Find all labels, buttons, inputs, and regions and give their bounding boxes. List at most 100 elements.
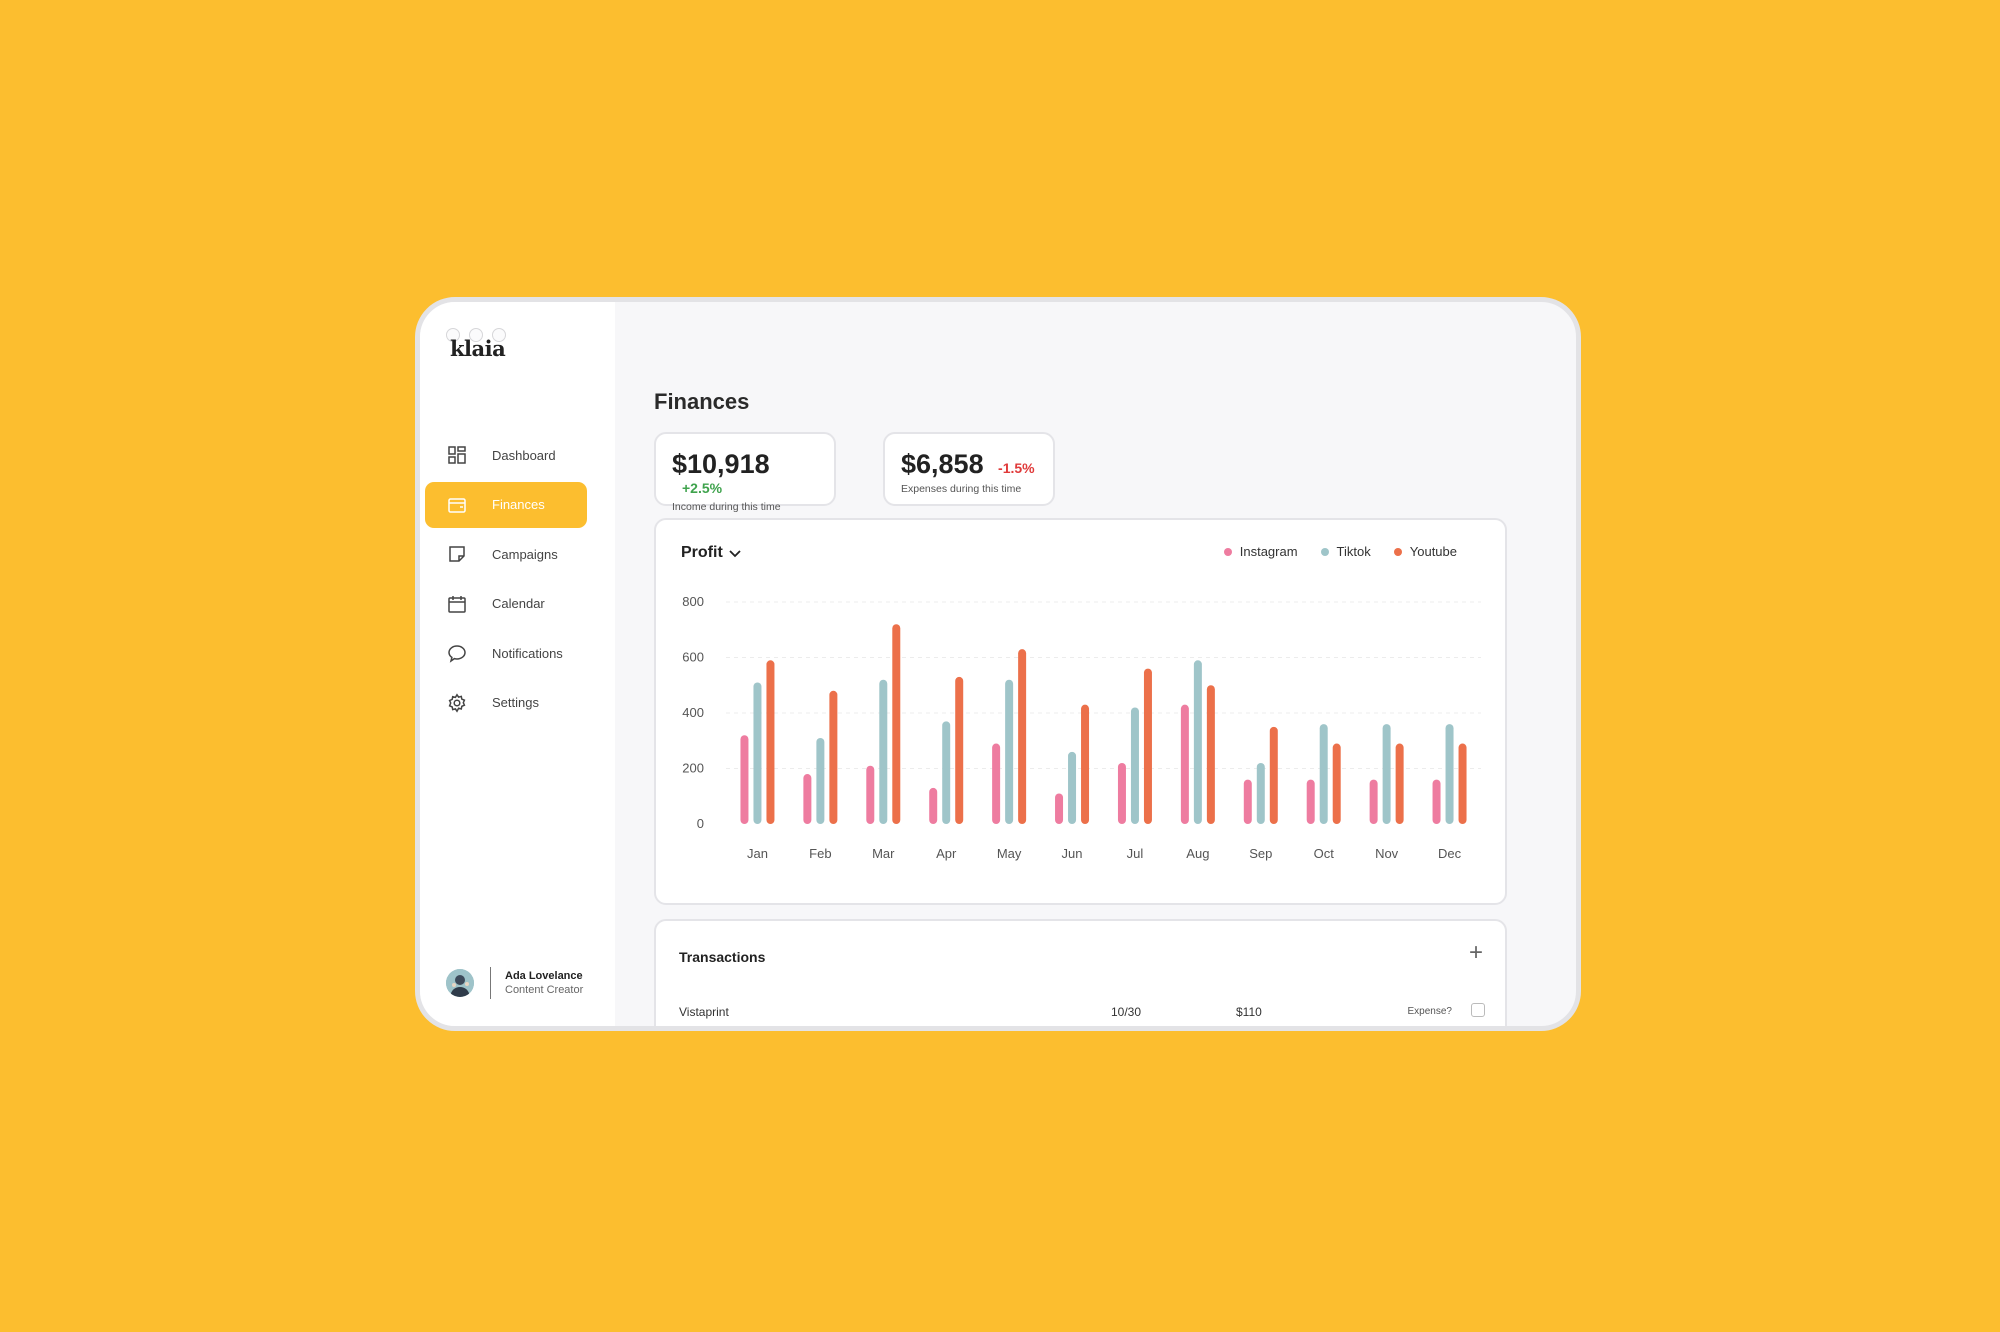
bar-youtube-jul[interactable] — [1143, 668, 1152, 824]
bar-youtube-oct[interactable] — [1332, 743, 1341, 824]
sidebar-item-label: Notifications — [492, 645, 563, 661]
add-transaction-button[interactable]: + — [1469, 941, 1483, 965]
transaction-amount: $110 — [1236, 1005, 1262, 1019]
expenses-card: $6,858 -1.5% Expenses during this time — [883, 432, 1055, 506]
y-tick-label: 400 — [682, 705, 704, 720]
bar-instagram-jan[interactable] — [740, 735, 749, 824]
gear-icon — [448, 692, 466, 713]
sidebar-nav: Dashboard Finances Campaigns Calendar No… — [425, 432, 587, 729]
x-tick-label: Oct — [1314, 846, 1335, 861]
x-tick-label: Apr — [936, 846, 957, 861]
bar-tiktok-jan[interactable] — [753, 682, 762, 824]
bar-youtube-sep[interactable] — [1269, 726, 1278, 824]
chat-bubble-icon — [448, 645, 466, 663]
bar-instagram-jun[interactable] — [1055, 793, 1064, 824]
transaction-name: Vistaprint — [679, 1005, 729, 1019]
sidebar-item-notifications[interactable]: Notifications — [425, 630, 587, 676]
app-window: klaia Dashboard Finances Campaigns Calen… — [415, 297, 1581, 1031]
user-name: Ada Lovelance — [505, 970, 583, 982]
income-change: +2.5% — [682, 480, 723, 496]
bar-youtube-apr[interactable] — [955, 676, 964, 824]
bar-tiktok-feb[interactable] — [816, 737, 825, 824]
note-icon — [449, 546, 465, 562]
sidebar-item-dashboard[interactable]: Dashboard — [425, 432, 587, 478]
x-tick-label: Jan — [747, 846, 768, 861]
expense-checkbox[interactable] — [1471, 1003, 1485, 1017]
bar-instagram-sep[interactable] — [1243, 779, 1252, 824]
bar-instagram-mar[interactable] — [866, 765, 875, 824]
x-tick-label: Mar — [872, 846, 895, 861]
avatar-image-icon — [446, 969, 474, 997]
bar-youtube-dec[interactable] — [1458, 743, 1467, 824]
divider — [490, 967, 491, 999]
bar-tiktok-aug[interactable] — [1193, 660, 1202, 824]
wallet-icon — [448, 497, 466, 513]
bar-youtube-nov[interactable] — [1395, 743, 1404, 824]
bar-instagram-nov[interactable] — [1369, 779, 1378, 824]
bar-youtube-aug[interactable] — [1206, 685, 1215, 824]
bar-tiktok-sep[interactable] — [1256, 762, 1265, 824]
transaction-date: 10/30 — [1111, 1005, 1142, 1019]
x-tick-label: Jun — [1062, 846, 1083, 861]
bar-instagram-aug[interactable] — [1180, 704, 1189, 824]
x-tick-label: May — [997, 846, 1022, 861]
expenses-change: -1.5% — [998, 460, 1035, 476]
transactions-title: Transactions — [679, 949, 766, 965]
sidebar: klaia Dashboard Finances Campaigns Calen… — [420, 302, 615, 1026]
user-profile[interactable]: Ada Lovelance Content Creator — [446, 967, 583, 999]
y-tick-label: 800 — [682, 594, 704, 609]
bar-instagram-may[interactable] — [992, 743, 1001, 824]
income-label: Income during this time — [672, 501, 781, 513]
sidebar-item-label: Settings — [492, 695, 539, 710]
bar-tiktok-jul[interactable] — [1130, 707, 1139, 824]
bar-youtube-jun[interactable] — [1081, 704, 1090, 824]
income-amount: $10,918 — [672, 449, 770, 479]
bar-youtube-may[interactable] — [1018, 649, 1027, 824]
bar-tiktok-may[interactable] — [1005, 679, 1014, 824]
bar-youtube-feb[interactable] — [829, 690, 838, 824]
x-tick-label: Nov — [1375, 846, 1399, 861]
sidebar-item-settings[interactable]: Settings — [425, 680, 587, 726]
bar-tiktok-dec[interactable] — [1445, 724, 1454, 824]
page-title: Finances — [654, 389, 750, 414]
calendar-icon — [448, 595, 466, 613]
sidebar-item-label: Dashboard — [492, 447, 556, 463]
bar-instagram-dec[interactable] — [1432, 779, 1441, 824]
y-tick-label: 200 — [682, 761, 704, 776]
app-logo: klaia — [450, 336, 506, 361]
x-tick-label: Sep — [1249, 846, 1272, 861]
profit-chart-card: Profit Instagram Tiktok Youtube 0 200 400 6… — [654, 518, 1507, 905]
plus-icon: + — [1468, 939, 1483, 966]
bar-instagram-oct[interactable] — [1306, 779, 1315, 824]
expenses-amount: $6,858 — [901, 449, 984, 479]
bar-instagram-feb[interactable] — [803, 774, 812, 824]
bar-instagram-apr[interactable] — [929, 787, 938, 824]
bar-tiktok-jun[interactable] — [1068, 751, 1077, 824]
sidebar-item-calendar[interactable]: Calendar — [425, 581, 587, 627]
sidebar-item-label: Calendar — [492, 596, 545, 611]
bar-tiktok-nov[interactable] — [1382, 724, 1391, 824]
bar-instagram-jul[interactable] — [1117, 762, 1126, 824]
x-tick-label: Aug — [1186, 846, 1209, 861]
avatar — [446, 969, 474, 997]
x-tick-label: Dec — [1438, 846, 1462, 861]
bar-tiktok-oct[interactable] — [1319, 724, 1328, 824]
x-tick-label: Jul — [1127, 846, 1144, 861]
x-tick-label: Feb — [809, 846, 831, 861]
main-content: Finances $10,918 +2.5% Income during thi… — [615, 302, 1576, 1026]
sidebar-item-campaigns[interactable]: Campaigns — [425, 531, 587, 577]
y-tick-label: 600 — [682, 650, 704, 665]
sidebar-item-label: Finances — [492, 497, 545, 512]
bar-tiktok-mar[interactable] — [879, 679, 888, 824]
expense-label: Expense? — [1407, 1006, 1452, 1017]
bar-youtube-jan[interactable] — [766, 660, 775, 824]
bar-youtube-mar[interactable] — [892, 624, 901, 824]
user-role: Content Creator — [505, 984, 584, 996]
sidebar-item-label: Campaigns — [492, 546, 558, 562]
dashboard-icon — [448, 446, 466, 464]
sidebar-item-finances[interactable]: Finances — [425, 481, 587, 528]
expenses-label: Expenses during this time — [901, 483, 1022, 495]
transactions-card: Transactions + Vistaprint 10/30 $110 Exp… — [654, 919, 1507, 1026]
bar-tiktok-apr[interactable] — [942, 721, 951, 824]
y-tick-label: 0 — [697, 816, 704, 831]
